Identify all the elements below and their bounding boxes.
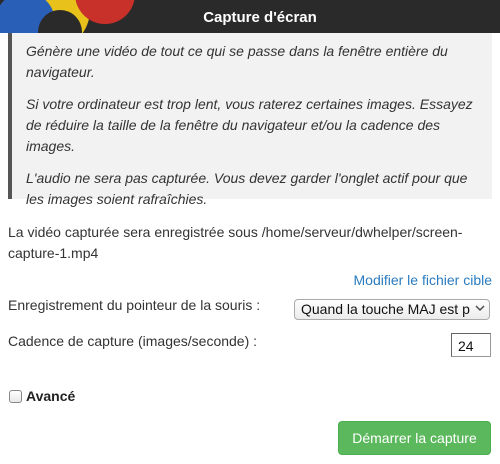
pointer-select[interactable]: Quand la touche MAJ est p [294,299,490,320]
pointer-select-value: Quand la touche MAJ est p [301,301,470,317]
output-path-text: La vidéo capturée sera enregistrée sous … [8,224,463,261]
pointer-label: Enregistrement du pointeur de la souris … [8,297,261,313]
framerate-label: Cadence de capture (images/seconde) : [8,333,258,349]
info-paragraph: Génère une vidéo de tout ce qui se passe… [26,43,448,80]
framerate-input[interactable]: 24 [451,333,491,357]
info-paragraph: L'audio ne sera pas capturée. Vous devez… [26,170,468,207]
info-box: Génère une vidéo de tout ce qui se passe… [8,33,492,207]
panel-title: Capture d'écran [203,9,317,26]
panel-header: Capture d'écran [0,0,500,33]
advanced-toggle[interactable]: Avancé [9,388,75,404]
modify-target-link[interactable]: Modifier le fichier cible [354,272,493,288]
chevron-down-icon [475,305,485,311]
start-capture-button[interactable]: Démarrer la capture [338,421,491,455]
info-paragraph: Si votre ordinateur est trop lent, vous … [26,96,473,154]
advanced-label: Avancé [26,388,76,404]
advanced-checkbox[interactable] [9,389,22,403]
